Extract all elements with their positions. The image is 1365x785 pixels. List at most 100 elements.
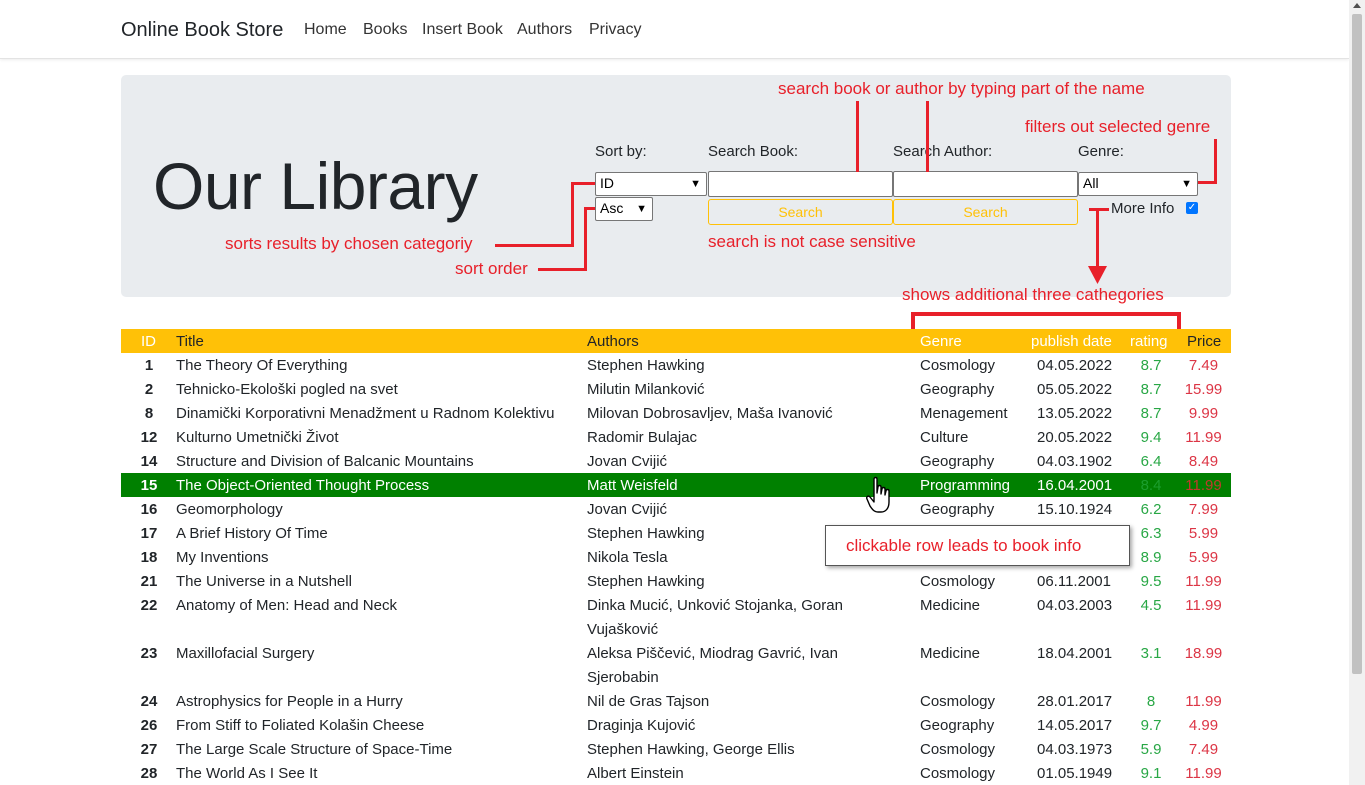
more-info-checkbox[interactable]: ✓ bbox=[1186, 202, 1198, 214]
header-rating[interactable]: rating bbox=[1130, 333, 1168, 350]
cell-id: 2 bbox=[144, 381, 154, 398]
cell-id: 22 bbox=[140, 597, 158, 614]
cell-authors: Draginja Kujović bbox=[587, 717, 696, 734]
genre-label: Genre: bbox=[1078, 143, 1124, 160]
cell-authors: Dinka Mucić, Unković Stojanka, Goran bbox=[587, 597, 843, 614]
cell-date: 04.03.2003 bbox=[1037, 597, 1113, 614]
cell-title: The Object-Oriented Thought Process bbox=[176, 477, 430, 494]
cell-genre: Cosmology bbox=[920, 693, 996, 710]
annotation-arrow-line bbox=[584, 207, 587, 271]
cell-price: 5.99 bbox=[1188, 549, 1219, 566]
cell-genre: Cosmology bbox=[920, 573, 996, 590]
brand-link[interactable]: Online Book Store bbox=[121, 19, 283, 42]
cell-authors-continued: Vujašković bbox=[587, 621, 659, 638]
cell-id: 15 bbox=[140, 477, 158, 494]
cell-id: 28 bbox=[140, 765, 158, 782]
more-info-label: More Info bbox=[1111, 200, 1175, 217]
cell-genre: Geography bbox=[920, 453, 995, 470]
annotation-row: clickable row leads to book info bbox=[846, 536, 1082, 555]
arrow-down-icon bbox=[1088, 266, 1107, 284]
table-row[interactable]: 12 Kulturno Umetnički Život Radomir Bula… bbox=[121, 425, 1231, 449]
scrollbar[interactable] bbox=[1349, 0, 1365, 785]
chevron-down-icon: ▼ bbox=[690, 178, 701, 190]
header-id[interactable]: ID bbox=[141, 333, 156, 350]
cell-title: My Inventions bbox=[176, 549, 269, 566]
cell-id: 26 bbox=[140, 717, 158, 734]
annotation-arrow-line bbox=[1089, 208, 1109, 211]
table-row[interactable]: 27 The Large Scale Structure of Space-Ti… bbox=[121, 737, 1231, 761]
nav-books[interactable]: Books bbox=[363, 21, 407, 39]
table-row[interactable]: 14 Structure and Division of Balcanic Mo… bbox=[121, 449, 1231, 473]
annotation-bracket bbox=[911, 312, 1181, 316]
cell-genre: Cosmology bbox=[920, 741, 996, 758]
annotation-more: shows additional three cathegories bbox=[902, 285, 1164, 304]
cell-date: 13.05.2022 bbox=[1037, 405, 1113, 422]
cell-authors: Albert Einstein bbox=[587, 765, 684, 782]
cell-rating: 8.4 bbox=[1140, 477, 1162, 494]
annotation-arrow-line bbox=[571, 182, 595, 185]
cell-date: 16.04.2001 bbox=[1037, 477, 1113, 494]
table-row[interactable]: 16 Geomorphology Jovan Cvijić Geography … bbox=[121, 497, 1231, 521]
annotation-search: search book or author by typing part of … bbox=[778, 79, 1145, 98]
table-row[interactable]: 28 The World As I See It Albert Einstein… bbox=[121, 761, 1231, 785]
cell-date: 04.05.2022 bbox=[1037, 357, 1113, 374]
scroll-up-arrow-icon[interactable] bbox=[1353, 3, 1361, 8]
cell-title: From Stiff to Foliated Kolašin Cheese bbox=[176, 717, 425, 734]
nav-home[interactable]: Home bbox=[304, 21, 347, 39]
cell-rating: 9.7 bbox=[1140, 717, 1162, 734]
cell-rating: 6.3 bbox=[1140, 525, 1162, 542]
cell-genre: Cosmology bbox=[920, 765, 996, 782]
cell-date: 18.04.2001 bbox=[1037, 645, 1113, 662]
table-row[interactable]: 8 Dinamički Korporativni Menadžment u Ra… bbox=[121, 401, 1231, 425]
search-book-button[interactable]: Search bbox=[708, 199, 893, 225]
cell-authors: Stephen Hawking bbox=[587, 525, 705, 542]
cell-title: Maxillofacial Surgery bbox=[176, 645, 315, 662]
cell-authors: Stephen Hawking bbox=[587, 573, 705, 590]
annotation-arrow-line bbox=[495, 244, 573, 247]
annotation-arrow-line bbox=[1198, 181, 1217, 184]
cell-rating: 8 bbox=[1146, 693, 1156, 710]
header-price[interactable]: Price bbox=[1187, 333, 1221, 350]
cell-id: 12 bbox=[140, 429, 158, 446]
table-row-selected[interactable]: 15 The Object-Oriented Thought Process M… bbox=[121, 473, 1231, 497]
cell-rating: 5.9 bbox=[1140, 741, 1162, 758]
scroll-thumb[interactable] bbox=[1352, 14, 1362, 674]
annotation-arrow-line bbox=[571, 182, 574, 247]
cell-rating: 8.7 bbox=[1140, 357, 1162, 374]
annotation-sort: sorts results by chosen categoriy bbox=[225, 234, 473, 253]
cell-date: 15.10.1924 bbox=[1037, 501, 1113, 518]
cell-title: The Theory Of Everything bbox=[176, 357, 348, 374]
cell-price: 7.99 bbox=[1188, 501, 1219, 518]
header-authors[interactable]: Authors bbox=[587, 333, 639, 350]
header-publish-date[interactable]: publish date bbox=[1031, 333, 1112, 350]
cell-authors: Milovan Dobrosavljev, Maša Ivanović bbox=[587, 405, 833, 422]
cell-authors-continued: Sjerobabin bbox=[587, 669, 659, 686]
table-row[interactable]: 24 Astrophysics for People in a Hurry Ni… bbox=[121, 689, 1231, 713]
table-row[interactable]: 21 The Universe in a Nutshell Stephen Ha… bbox=[121, 569, 1231, 593]
cell-rating: 3.1 bbox=[1140, 645, 1162, 662]
nav-insert-book[interactable]: Insert Book bbox=[422, 21, 503, 39]
search-book-input[interactable] bbox=[708, 171, 893, 197]
header-title[interactable]: Title bbox=[176, 333, 204, 350]
order-select[interactable]: Asc ▼ bbox=[595, 197, 653, 221]
genre-select[interactable]: All ▼ bbox=[1078, 172, 1198, 196]
cell-price: 11.99 bbox=[1185, 693, 1222, 710]
search-author-button[interactable]: Search bbox=[893, 199, 1078, 225]
cell-title: Tehnicko-Ekološki pogled na svet bbox=[176, 381, 398, 398]
table-row[interactable]: 23 Maxillofacial Surgery Aleksa Piščević… bbox=[121, 641, 1231, 689]
sort-select[interactable]: ID ▼ bbox=[595, 172, 707, 196]
header-genre[interactable]: Genre bbox=[920, 333, 962, 350]
search-author-input[interactable] bbox=[893, 171, 1078, 197]
nav-authors[interactable]: Authors bbox=[517, 21, 572, 39]
table-row[interactable]: 2 Tehnicko-Ekološki pogled na svet Milut… bbox=[121, 377, 1231, 401]
cell-id: 18 bbox=[140, 549, 158, 566]
table-row[interactable]: 26 From Stiff to Foliated Kolašin Cheese… bbox=[121, 713, 1231, 737]
cell-rating: 6.4 bbox=[1140, 453, 1162, 470]
table-row[interactable]: 1 The Theory Of Everything Stephen Hawki… bbox=[121, 353, 1231, 377]
annotation-arrow-line bbox=[538, 268, 586, 271]
cell-genre: Geography bbox=[920, 717, 995, 734]
cell-rating: 9.4 bbox=[1140, 429, 1162, 446]
table-row[interactable]: 22 Anatomy of Men: Head and Neck Dinka M… bbox=[121, 593, 1231, 641]
cell-price: 4.99 bbox=[1188, 717, 1219, 734]
nav-privacy[interactable]: Privacy bbox=[589, 21, 641, 39]
